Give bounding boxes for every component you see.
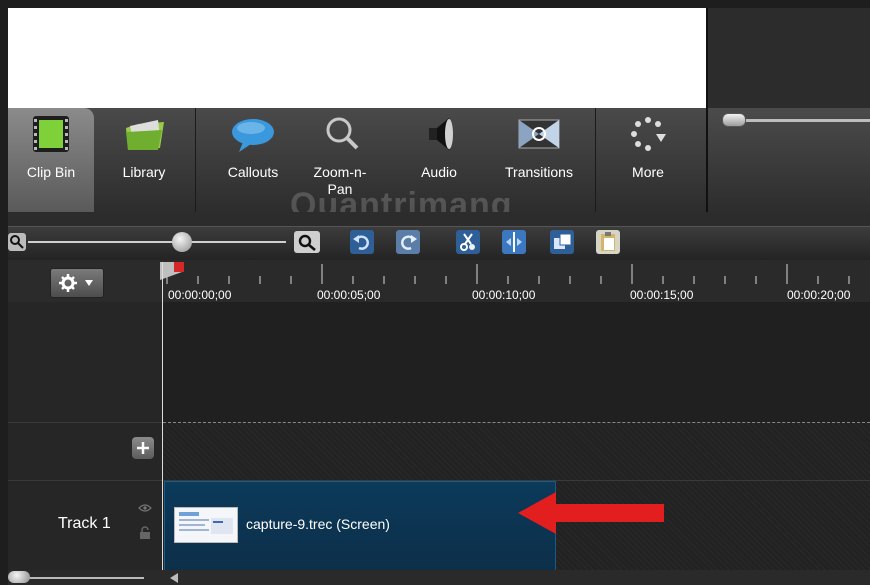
zoom-out-icon[interactable] [8,233,26,251]
redo-icon [401,235,417,250]
track-divider [163,422,870,423]
speech-bubble-icon [232,119,274,152]
zoom-slider-track[interactable] [28,241,286,243]
zoom-in-icon[interactable] [294,231,320,253]
tab-label: Library [122,164,166,180]
ruler-time-label: 00:00:20;00 [787,288,851,302]
preview-area [8,8,706,108]
redo-button[interactable] [396,230,420,254]
ruler-ticks [166,264,850,284]
scissors-icon [460,233,475,251]
tab-callouts[interactable]: Callouts [213,108,293,212]
ruler-time-label: 00:00:00;00 [168,288,232,302]
right-panel [706,8,870,108]
tab-label: Callouts [227,164,279,180]
ruler-time-label: 00:00:05;00 [317,288,381,302]
plus-icon [137,442,149,454]
film-strip-icon [33,116,69,152]
eye-icon[interactable] [138,503,152,513]
tab-separator [595,108,596,212]
clip-thumbnail [174,507,238,543]
clip-name: capture-9.trec (Screen) [246,516,390,532]
playhead-marker[interactable] [160,262,194,280]
tab-label: More [632,164,664,180]
split-button[interactable] [502,230,526,254]
gear-icon [59,274,77,292]
divider [8,212,870,226]
volume-slider-track[interactable] [18,577,144,579]
preview-slider-knob[interactable] [722,113,746,127]
chevron-down-icon [85,280,93,286]
ruler-time-label: 00:00:10;00 [472,288,536,302]
empty-timeline-region[interactable] [163,302,870,422]
undo-icon [353,235,369,250]
tab-separator [195,108,196,212]
ruler-time-label: 00:00:15;00 [630,288,694,302]
tab-library[interactable]: Library [94,108,194,212]
cut-button[interactable] [456,230,480,254]
speaker-icon [429,118,453,150]
tab-more[interactable]: More [608,108,688,212]
volume-slider-knob[interactable] [8,571,30,583]
add-track-button[interactable] [132,437,154,459]
track-name: Track 1 [58,515,111,532]
undo-button[interactable] [350,230,374,254]
tab-label: Audio [421,164,457,180]
tab-label: Transitions [505,164,573,180]
paste-icon [601,232,615,251]
tab-clip-bin[interactable]: Clip Bin [8,108,94,212]
zoom-slider-knob[interactable] [172,232,192,252]
scroll-left-icon[interactable] [170,573,178,583]
more-dots-icon [631,117,666,151]
folder-icon [126,120,164,150]
preview-slider-track[interactable] [730,119,870,122]
magnifier-icon [326,117,359,150]
split-icon [506,232,522,252]
lock-icon[interactable] [139,526,151,540]
timeline-toolbar [8,226,870,261]
copy-button[interactable] [550,230,574,254]
header-divider [8,422,163,423]
copy-icon [554,233,572,249]
playhead-line [162,262,163,570]
red-arrow-icon [518,492,664,534]
paste-button[interactable] [596,230,620,254]
tab-label: Clip Bin [26,164,76,180]
timeline-settings-button[interactable] [50,268,104,298]
transition-icon [518,119,560,149]
